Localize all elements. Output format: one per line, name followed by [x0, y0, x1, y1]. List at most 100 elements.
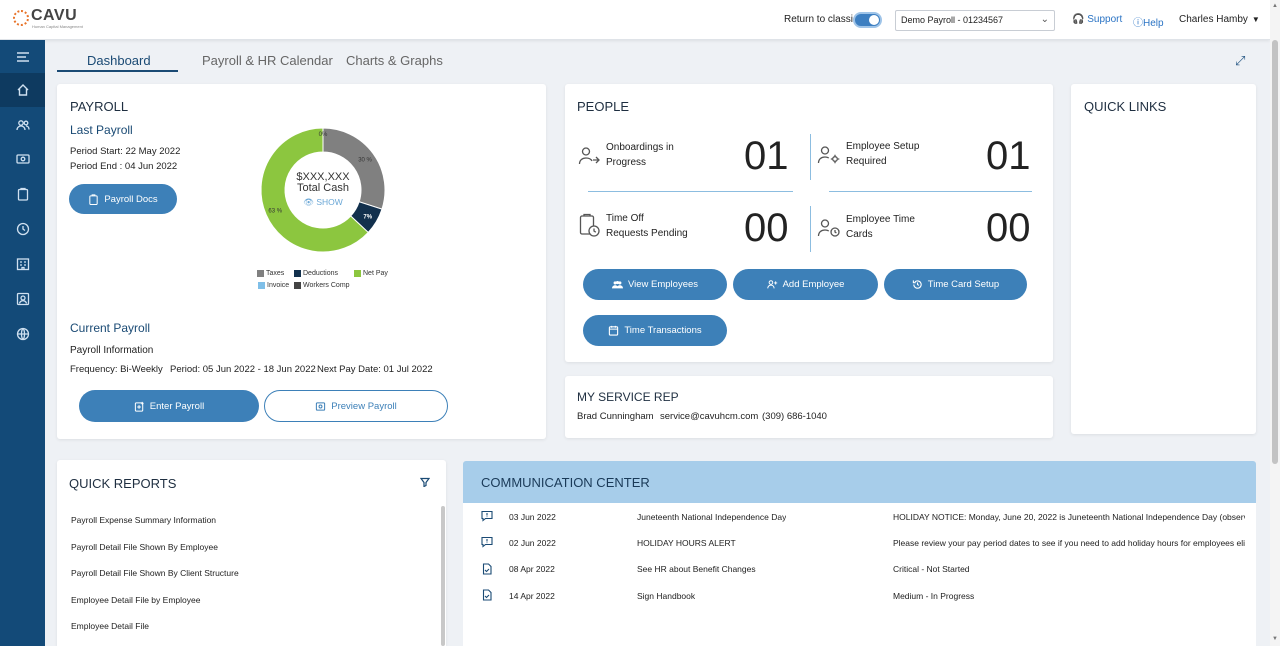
- message-detail: Please review your pay period dates to s…: [893, 538, 1245, 548]
- communication-center-title: COMMUNICATION CENTER: [481, 475, 650, 490]
- donut-label: 30 %: [358, 157, 372, 163]
- last-payroll-heading: Last Payroll: [70, 123, 133, 137]
- employee-setup-label: Employee Setup Required: [846, 139, 919, 169]
- quick-report-item[interactable]: Payroll Detail File Shown By Employee: [71, 542, 218, 552]
- message-subject[interactable]: HOLIDAY HOURS ALERT: [637, 538, 736, 548]
- legend-swatch: [354, 270, 361, 277]
- donut-label: 63 %: [268, 209, 282, 215]
- time-off-count[interactable]: 00: [744, 206, 789, 251]
- service-rep-phone: (309) 686-1040: [762, 411, 827, 422]
- legend-swatch: [294, 282, 301, 289]
- divider: [810, 206, 811, 252]
- message-subject[interactable]: See HR about Benefit Changes: [637, 564, 756, 574]
- message-subject[interactable]: Sign Handbook: [637, 591, 695, 601]
- scroll-up-icon[interactable]: ▲: [1272, 3, 1278, 9]
- employee-setup-label-line1: Employee Setup: [846, 141, 920, 152]
- legend-net-pay: Net Pay: [354, 270, 388, 277]
- sun-logo-icon: [10, 7, 29, 26]
- user-gear-icon: [817, 146, 840, 164]
- time-card-setup-button[interactable]: Time Card Setup: [884, 269, 1027, 300]
- onboardings-label: Onboardings in Progress: [606, 140, 674, 170]
- user-name: Charles Hamby: [1179, 14, 1248, 25]
- cavu-logo[interactable]: CAVU Human Capital Management: [10, 7, 83, 29]
- payroll-title: PAYROLL: [70, 99, 129, 114]
- company-select[interactable]: Demo Payroll - 01234567 ⌄: [895, 10, 1055, 31]
- onboardings-count[interactable]: 01: [744, 134, 789, 179]
- logo-subtitle: Human Capital Management: [32, 24, 83, 29]
- communication-center-body: [463, 503, 1256, 646]
- legend-label: Workers Comp: [303, 282, 350, 289]
- employee-time-cards-count[interactable]: 00: [986, 206, 1031, 251]
- add-employee-label: Add Employee: [782, 279, 845, 290]
- headset-icon: 🎧: [1072, 14, 1085, 25]
- employee-time-cards-label-line2: Cards: [846, 229, 873, 240]
- divider: [829, 191, 1032, 192]
- payroll-docs-label: Payroll Docs: [104, 193, 158, 205]
- time-transactions-button[interactable]: Time Transactions: [583, 315, 727, 346]
- active-tab-indicator: [57, 70, 178, 72]
- message-detail: Critical - Not Started: [893, 564, 970, 574]
- menu-icon[interactable]: [0, 40, 45, 74]
- donut-label: 0%: [319, 132, 328, 138]
- view-employees-button[interactable]: View Employees: [583, 269, 727, 300]
- user-menu[interactable]: Charles Hamby ▼: [1179, 14, 1260, 25]
- show-total-link[interactable]: 👁 SHOW: [290, 197, 356, 208]
- add-employee-button[interactable]: Add Employee: [733, 269, 878, 300]
- home-icon[interactable]: [0, 73, 45, 107]
- scrollbar-thumb[interactable]: [1272, 40, 1278, 464]
- alert-icon: [481, 510, 493, 525]
- tab-dashboard[interactable]: Dashboard: [87, 53, 151, 68]
- eye-icon: 👁: [303, 197, 314, 207]
- employee-setup-count[interactable]: 01: [986, 134, 1031, 179]
- expand-icon[interactable]: ⤢: [1235, 53, 1245, 69]
- company-select-value: Demo Payroll - 01234567: [901, 15, 1004, 25]
- employee-time-cards-label-line1: Employee Time: [846, 214, 915, 225]
- clock-icon[interactable]: [0, 212, 45, 246]
- id-card-icon[interactable]: [0, 282, 45, 316]
- page-scrollbar[interactable]: ▲ ▼: [1270, 0, 1280, 646]
- building-icon[interactable]: [0, 247, 45, 281]
- message-subject[interactable]: Juneteenth National Independence Day: [637, 512, 786, 522]
- legend-label: Net Pay: [363, 270, 388, 277]
- legend-label: Taxes: [266, 270, 285, 277]
- quick-reports-scrollbar[interactable]: [441, 506, 445, 646]
- employee-time-cards-label: Employee Time Cards: [846, 212, 915, 242]
- clipboard-clock-icon: [579, 213, 600, 237]
- time-off-label-line2: Requests Pending: [606, 228, 688, 239]
- add-document-icon: [134, 401, 144, 412]
- donut-label: 7%: [363, 214, 372, 220]
- onboardings-label-line2: Progress: [606, 157, 647, 168]
- toggle-knob: [869, 15, 879, 25]
- service-rep-title: MY SERVICE REP: [577, 390, 679, 404]
- scroll-down-icon[interactable]: ▼: [1272, 636, 1278, 642]
- legend-workers-comp: Workers Comp: [294, 282, 350, 289]
- time-transactions-label: Time Transactions: [624, 325, 702, 336]
- sidebar: [0, 40, 45, 646]
- people-title: PEOPLE: [577, 99, 630, 114]
- support-link[interactable]: 🎧 Support: [1072, 14, 1122, 25]
- time-off-label-line1: Time Off: [606, 213, 644, 224]
- preview-payroll-button[interactable]: Preview Payroll: [264, 390, 448, 422]
- service-rep-email[interactable]: service@cavuhcm.com: [660, 411, 758, 422]
- quick-report-item[interactable]: Employee Detail File by Employee: [71, 595, 200, 605]
- return-to-classic-toggle[interactable]: [853, 12, 882, 28]
- tab-payroll-hr-calendar[interactable]: Payroll & HR Calendar: [202, 53, 333, 68]
- globe-icon[interactable]: [0, 317, 45, 351]
- tab-charts-graphs[interactable]: Charts & Graphs: [346, 53, 443, 68]
- donut-center: $XXX,XXX Total Cash 👁 SHOW: [290, 171, 356, 208]
- legend-invoice: Invoice: [258, 282, 289, 289]
- add-user-icon: [766, 280, 777, 289]
- quick-report-item[interactable]: Payroll Detail File Shown By Client Stru…: [71, 568, 239, 578]
- people-icon[interactable]: [0, 108, 45, 142]
- quick-report-item[interactable]: Employee Detail File: [71, 621, 149, 631]
- filter-icon[interactable]: [420, 477, 430, 487]
- payroll-money-icon[interactable]: [0, 142, 45, 176]
- quick-reports-title: QUICK REPORTS: [69, 476, 177, 491]
- payroll-docs-button[interactable]: Payroll Docs: [69, 184, 177, 214]
- time-card-setup-label: Time Card Setup: [927, 279, 1000, 290]
- help-link[interactable]: ⓘHelp: [1133, 14, 1164, 29]
- message-date: 02 Jun 2022: [509, 538, 556, 548]
- quick-report-item[interactable]: Payroll Expense Summary Information: [71, 515, 216, 525]
- clipboard-icon[interactable]: [0, 177, 45, 211]
- enter-payroll-button[interactable]: Enter Payroll: [79, 390, 259, 422]
